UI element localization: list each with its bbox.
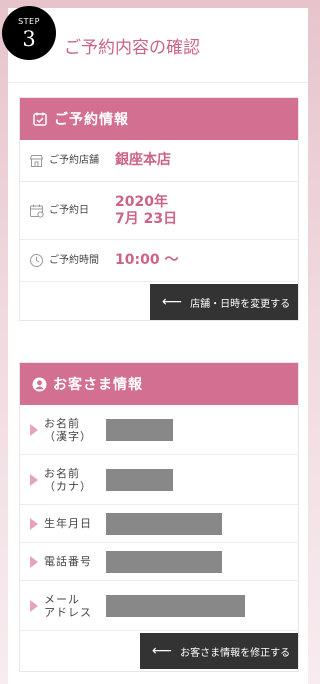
birthday-label: 生年月日: [44, 517, 92, 530]
name-kana-label: お名前 （カナ）: [44, 467, 106, 493]
date-year: 2020年: [115, 193, 168, 210]
edit-customer-info-button[interactable]: ⟵ お客さま情報を修正する: [140, 633, 298, 669]
name-kana-value-redacted: [106, 468, 173, 491]
triangle-bullet-icon: [30, 423, 38, 436]
store-row: ご予約店舗 銀座本店: [20, 140, 298, 182]
name-kana-label-line1: お名前: [44, 466, 80, 480]
customer-info-title: お客さま情報: [53, 377, 143, 393]
arrow-left-icon: ⟵: [162, 294, 183, 310]
calendar-icon: [29, 203, 47, 218]
step-number: 3: [22, 27, 36, 51]
date-value: 2020年 7月 23日: [115, 194, 177, 228]
reservation-info-card: ご予約情報 ご予約店舗 銀座本店 ご予約日 2020年 7月 23日 ご予約時間…: [19, 97, 299, 321]
email-label-line1: メール: [44, 592, 80, 606]
clock-icon: [29, 253, 47, 268]
date-label: ご予約日: [49, 205, 89, 216]
birthday-row: 生年月日: [20, 505, 298, 543]
email-label: メール アドレス: [44, 593, 106, 619]
calendar-check-icon: [33, 112, 47, 126]
name-kanji-label: お名前 （漢字）: [44, 417, 106, 443]
change-button-row: ⟵ 店舗・日時を変更する: [20, 282, 298, 320]
name-kanji-label-line2: （漢字）: [44, 429, 92, 443]
triangle-bullet-icon: [30, 555, 38, 568]
birthday-value-redacted: [106, 512, 222, 535]
phone-row: 電話番号: [20, 543, 298, 581]
phone-label: 電話番号: [44, 555, 92, 568]
reservation-info-header: ご予約情報: [20, 98, 298, 140]
date-month-day: 7月 23日: [115, 210, 178, 227]
email-row: メール アドレス: [20, 581, 298, 631]
store-value: 銀座本店: [115, 152, 171, 168]
reservation-info-title: ご予約情報: [54, 112, 129, 128]
change-store-datetime-button[interactable]: ⟵ 店舗・日時を変更する: [150, 284, 298, 320]
step-label: STEP: [18, 17, 40, 26]
edit-customer-info-label: お客さま情報を修正する: [180, 647, 291, 659]
email-value-redacted: [106, 594, 245, 617]
time-row: ご予約時間 10:00 〜: [20, 240, 298, 282]
edit-button-row: ⟵ お客さま情報を修正する: [20, 631, 298, 671]
arrow-left-icon: ⟵: [152, 643, 173, 659]
name-kanji-row: お名前 （漢字）: [20, 405, 298, 455]
email-label-line2: アドレス: [44, 605, 92, 619]
user-circle-icon: [32, 377, 47, 391]
date-row: ご予約日 2020年 7月 23日: [20, 182, 298, 240]
name-kanji-value-redacted: [106, 418, 173, 441]
confirmation-panel: STEP 3 ご予約内容の確認 ご予約情報 ご予約店舗 銀座本店 ご予約日 20…: [2, 6, 308, 684]
store-label: ご予約店舗: [49, 155, 99, 166]
phone-value-redacted: [106, 550, 222, 573]
name-kana-label-line2: （カナ）: [44, 479, 92, 493]
time-label: ご予約時間: [49, 255, 99, 266]
step-badge: STEP 3: [2, 6, 56, 60]
triangle-bullet-icon: [30, 517, 38, 530]
name-kanji-label-line1: お名前: [44, 416, 80, 430]
name-kana-row: お名前 （カナ）: [20, 455, 298, 505]
time-value: 10:00 〜: [115, 252, 179, 268]
store-icon: [29, 154, 47, 168]
triangle-bullet-icon: [30, 599, 38, 612]
customer-info-card: お客さま情報 お名前 （漢字） お名前 （カナ） 生年月日 電話番号 メール ア…: [19, 362, 299, 672]
customer-info-header: お客さま情報: [20, 363, 298, 405]
page-title: ご予約内容の確認: [64, 38, 200, 58]
title-divider: [8, 82, 308, 83]
triangle-bullet-icon: [30, 473, 38, 486]
change-store-datetime-label: 店舗・日時を変更する: [190, 298, 291, 310]
